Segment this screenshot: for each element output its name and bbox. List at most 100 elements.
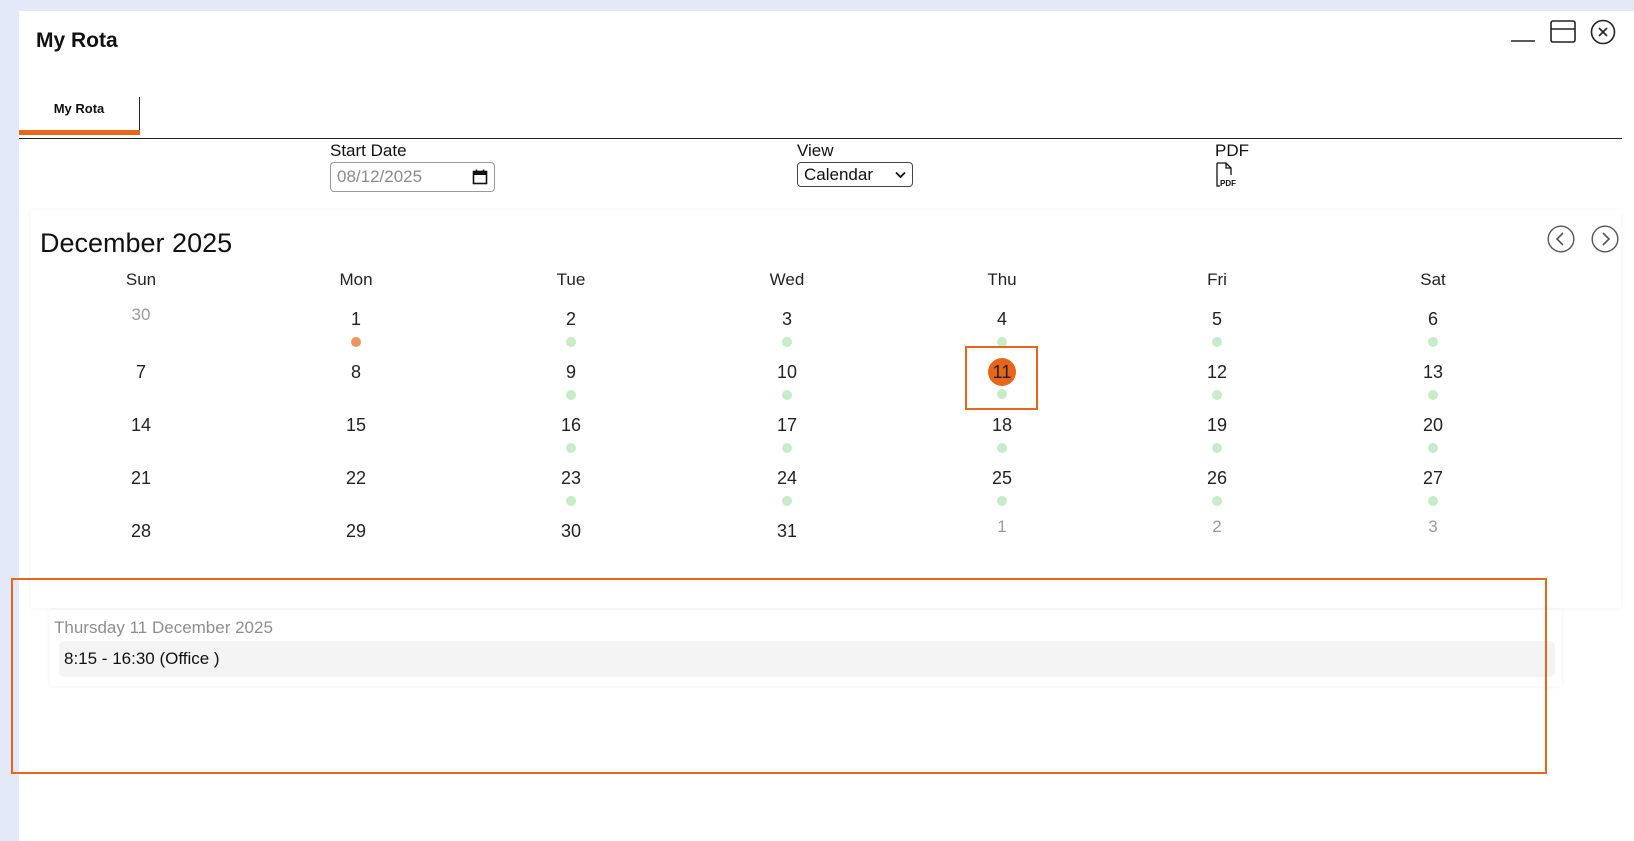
- calendar-day[interactable]: 25: [972, 467, 1032, 506]
- calendar-day[interactable]: 16: [541, 414, 601, 453]
- day-number: 26: [1206, 468, 1228, 488]
- calendar-day[interactable]: 10: [757, 361, 817, 400]
- shift-indicator-dot: [1428, 496, 1438, 506]
- calendar-day[interactable]: 13: [1403, 361, 1463, 400]
- weekday-header: Thu: [987, 270, 1017, 289]
- day-number: 15: [345, 415, 367, 435]
- day-number: 10: [776, 362, 798, 382]
- day-number: 3: [1428, 517, 1438, 536]
- pdf-file-icon: PDF: [1216, 162, 1236, 188]
- tab-label: My Rota: [53, 101, 105, 116]
- calendar-day[interactable]: 1: [972, 516, 1032, 538]
- calendar-day[interactable]: 4: [972, 308, 1032, 347]
- day-number: 22: [345, 468, 367, 488]
- calendar-day[interactable]: 30: [111, 304, 171, 326]
- shift-indicator-dot: [997, 496, 1007, 506]
- month-title: December 2025: [40, 228, 233, 258]
- calendar-day[interactable]: 15: [326, 414, 386, 436]
- tab-bar: My Rota: [19, 87, 1622, 139]
- minimize-button[interactable]: [1508, 17, 1538, 47]
- day-number: 29: [345, 521, 367, 541]
- day-number: 2: [1212, 517, 1222, 536]
- calendar-day[interactable]: 5: [1187, 308, 1247, 347]
- window-title: My Rota: [36, 29, 118, 52]
- calendar-day[interactable]: 22: [326, 467, 386, 489]
- shift-indicator-dot: [1212, 496, 1222, 506]
- month-navigation: [1547, 225, 1619, 253]
- day-number: 2: [565, 309, 576, 329]
- calendar-icon[interactable]: [472, 169, 488, 185]
- calendar-day[interactable]: 8: [326, 361, 386, 383]
- pdf-label: PDF: [1215, 141, 1249, 160]
- day-number: 1: [997, 517, 1007, 536]
- calendar-day[interactable]: 6: [1403, 308, 1463, 347]
- weekday-header: Mon: [339, 270, 373, 289]
- shift-indicator-dot: [782, 443, 792, 453]
- next-month-icon[interactable]: [1591, 225, 1619, 253]
- calendar-day[interactable]: 26: [1187, 467, 1247, 506]
- calendar-day[interactable]: 9: [541, 361, 601, 400]
- day-number: 20: [1422, 415, 1444, 435]
- day-number: 17: [776, 415, 798, 435]
- day-number: 30: [560, 521, 582, 541]
- day-number: 1: [350, 309, 361, 329]
- shift-indicator-dot: [997, 443, 1007, 453]
- shift-indicator-dot-orange: [351, 337, 361, 347]
- svg-text:PDF: PDF: [1220, 179, 1236, 188]
- view-control: View Calendar: [797, 141, 913, 187]
- calendar-day[interactable]: 29: [326, 520, 386, 542]
- calendar-day[interactable]: 18: [972, 414, 1032, 453]
- shift-indicator-dot: [1428, 443, 1438, 453]
- shift-indicator-dot: [566, 443, 576, 453]
- calendar-day[interactable]: 31: [757, 520, 817, 542]
- day-number: 6: [1427, 309, 1438, 329]
- calendar-day[interactable]: 7: [111, 361, 171, 383]
- day-number: 9: [565, 362, 576, 382]
- calendar-day[interactable]: 12: [1187, 361, 1247, 400]
- calendar-day[interactable]: 21: [111, 467, 171, 489]
- pdf-export-button[interactable]: PDF: [1215, 162, 1249, 193]
- calendar-day[interactable]: 2: [541, 308, 601, 347]
- calendar-day[interactable]: 1: [326, 308, 386, 347]
- day-number: 5: [1211, 309, 1222, 329]
- prev-month-icon[interactable]: [1547, 225, 1575, 253]
- calendar-day[interactable]: 14: [111, 414, 171, 436]
- tab-my-rota[interactable]: My Rota: [19, 97, 140, 135]
- calendar-day[interactable]: 3: [1403, 516, 1463, 538]
- day-number: 24: [776, 468, 798, 488]
- calendar-day[interactable]: 27: [1403, 467, 1463, 506]
- shift-indicator-dot: [1212, 337, 1222, 347]
- day-number: 13: [1422, 362, 1444, 382]
- calendar-day[interactable]: 28: [111, 520, 171, 542]
- day-number: 31: [776, 521, 798, 541]
- shift-indicator-dot: [782, 390, 792, 400]
- start-date-control: Start Date 08/12/2025: [330, 141, 495, 192]
- window-controls: [1508, 17, 1618, 47]
- selected-day-highlight-box: [965, 346, 1038, 410]
- day-number: 28: [130, 521, 152, 541]
- calendar-day[interactable]: 2: [1187, 516, 1247, 538]
- maximize-icon: [1550, 20, 1576, 43]
- calendar-day[interactable]: 20: [1403, 414, 1463, 453]
- calendar-day[interactable]: 3: [757, 308, 817, 347]
- weekday-header: Tue: [556, 270, 586, 289]
- active-tab-indicator: [19, 130, 140, 135]
- shift-indicator-dot: [1212, 443, 1222, 453]
- maximize-button[interactable]: [1548, 17, 1578, 47]
- weekday-header: Sun: [125, 270, 157, 289]
- detail-highlight-box: [11, 578, 1547, 774]
- day-number: 8: [350, 362, 361, 382]
- view-select[interactable]: Calendar: [797, 162, 913, 187]
- calendar-day[interactable]: 30: [541, 520, 601, 542]
- calendar-day[interactable]: 23: [541, 467, 601, 506]
- calendar-day[interactable]: 19: [1187, 414, 1247, 453]
- close-button[interactable]: [1588, 17, 1618, 47]
- minimize-icon: [1511, 40, 1535, 42]
- shift-indicator-dot: [566, 337, 576, 347]
- day-number: 12: [1206, 362, 1228, 382]
- start-date-input[interactable]: 08/12/2025: [330, 162, 495, 192]
- calendar-card: December 2025 Sun Mon Tue Wed Thu Fri Sat 30 1 2…: [31, 210, 1621, 608]
- day-number: 16: [560, 415, 582, 435]
- calendar-day[interactable]: 24: [757, 467, 817, 506]
- calendar-day[interactable]: 17: [757, 414, 817, 453]
